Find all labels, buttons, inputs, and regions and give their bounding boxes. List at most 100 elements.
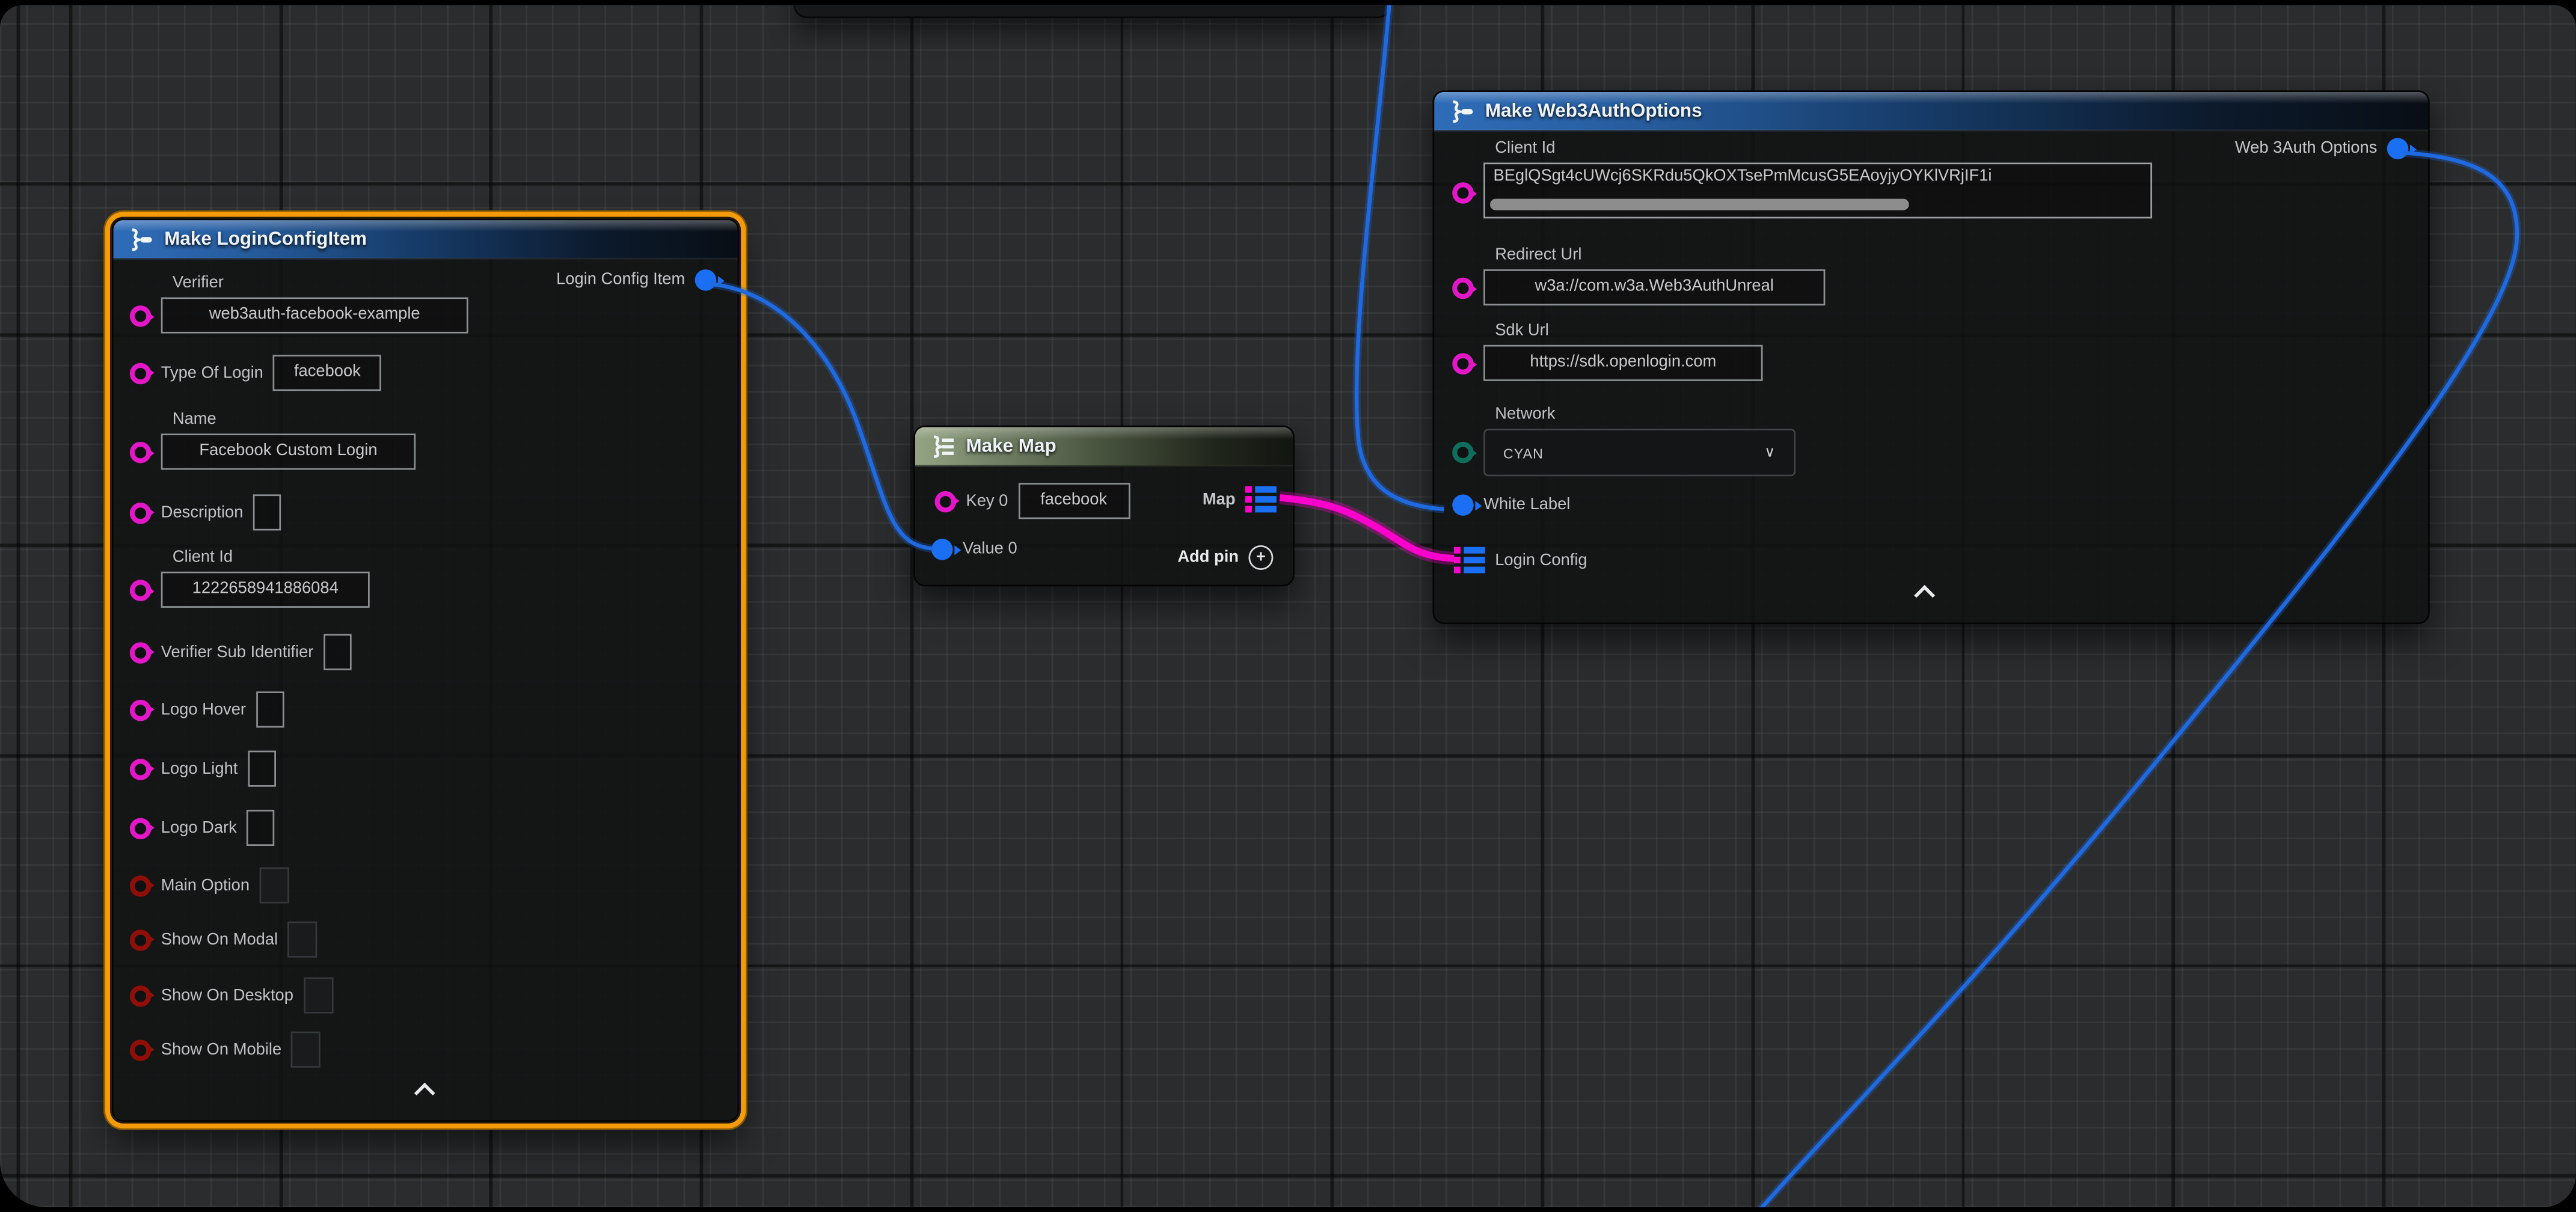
pin-label: Logo Hover xyxy=(161,700,246,718)
pin-row-logo-hover: Logo Hover xyxy=(130,691,284,727)
input-pin-network[interactable] xyxy=(1452,442,1474,464)
redirect-url-input[interactable]: w3a://com.w3a.Web3AuthUnreal xyxy=(1483,269,1825,305)
output-pin-map[interactable] xyxy=(1245,486,1277,513)
logo-light-input[interactable] xyxy=(248,751,275,787)
input-pin-client-id[interactable] xyxy=(1452,182,1474,204)
type-of-login-input[interactable]: facebook xyxy=(273,355,381,391)
input-pin-description[interactable] xyxy=(130,502,152,524)
pin-row-key-0: Key 0 facebook xyxy=(935,483,1130,519)
input-pin-key-0[interactable] xyxy=(935,491,957,512)
pin-row-network: Network CYAN ∨ xyxy=(1452,406,1796,476)
output-pin-label: Login Config Item xyxy=(556,271,685,289)
input-pin-logo-hover[interactable] xyxy=(130,699,152,721)
pin-label: Key 0 xyxy=(966,492,1008,510)
pin-label: Show On Mobile xyxy=(161,1041,281,1059)
input-pin-main-option[interactable] xyxy=(130,875,152,896)
client-id-input[interactable]: BEglQSgt4cUWcj6SKRdu5QkOXTsePmMcusG5EAoy… xyxy=(1483,162,2152,218)
pin-label: Redirect Url xyxy=(1495,246,1825,265)
show-on-desktop-checkbox[interactable] xyxy=(303,978,333,1014)
pin-label: Network xyxy=(1495,406,1796,424)
pin-row-show-on-modal: Show On Modal xyxy=(130,922,317,958)
output-pin-login-config-item[interactable] xyxy=(695,269,717,291)
pin-row-main-option: Main Option xyxy=(130,868,289,904)
pin-label: Main Option xyxy=(161,877,250,895)
input-pin-value-0[interactable] xyxy=(931,539,953,560)
wire-glow xyxy=(1357,5,1444,509)
pin-row-show-on-desktop: Show On Desktop xyxy=(130,978,333,1014)
output-pin-web3auth-options[interactable] xyxy=(2387,138,2409,159)
output-row-map: Map xyxy=(1203,486,1277,513)
pin-label: Client Id xyxy=(173,549,370,567)
pin-row-sdk-url: Sdk Url https://sdk.openlogin.com xyxy=(1452,322,1762,381)
sdk-url-input[interactable]: https://sdk.openlogin.com xyxy=(1483,345,1762,381)
blueprint-graph-canvas[interactable]: Make LoginConfigItem Login Config Item V… xyxy=(0,5,2576,1207)
chevron-down-icon: ∨ xyxy=(1764,444,1776,462)
pin-row-verifier: Verifier web3auth-facebook-example xyxy=(130,274,468,333)
node-header[interactable]: Make Map xyxy=(915,427,1293,467)
input-pin-logo-dark[interactable] xyxy=(130,817,152,839)
verifier-input[interactable]: web3auth-facebook-example xyxy=(161,298,468,334)
pin-row-redirect-url: Redirect Url w3a://com.w3a.Web3AuthUnrea… xyxy=(1452,246,1825,305)
network-selected-value: CYAN xyxy=(1503,444,1544,461)
output-row-web3auth-options: Web 3Auth Options xyxy=(2235,138,2408,159)
collapse-chevron-icon[interactable] xyxy=(414,1082,434,1097)
pin-row-logo-light: Logo Light xyxy=(130,751,275,787)
pin-row-show-on-mobile: Show On Mobile xyxy=(130,1032,321,1068)
add-pin-button[interactable]: Add pin + xyxy=(1177,545,1273,570)
pin-row-logo-dark: Logo Dark xyxy=(130,810,275,846)
description-input[interactable] xyxy=(253,494,281,530)
show-on-modal-checkbox[interactable] xyxy=(288,922,317,958)
pin-row-client-id: Client Id 1222658941886084 xyxy=(130,549,370,608)
pin-row-verifier-sub-identifier: Verifier Sub Identifier xyxy=(130,634,351,670)
pin-label: Client Id xyxy=(1495,139,2152,158)
node-make-map[interactable]: Make Map Key 0 facebook Map Value 0 xyxy=(913,426,1295,587)
input-pin-show-on-modal[interactable] xyxy=(130,929,152,950)
input-pin-redirect-url[interactable] xyxy=(1452,278,1474,299)
client-id-scrollbar[interactable] xyxy=(1490,199,1909,210)
blueprint-graph-stage: Make LoginConfigItem Login Config Item V… xyxy=(0,0,2576,1212)
output-pin-label: Web 3Auth Options xyxy=(2235,139,2377,158)
name-input[interactable]: Facebook Custom Login xyxy=(161,433,416,470)
add-pin-plus-icon: + xyxy=(1248,545,1273,570)
wire-top-to-white-label[interactable] xyxy=(1357,5,1444,509)
input-pin-show-on-mobile[interactable] xyxy=(130,1039,152,1060)
input-pin-sdk-url[interactable] xyxy=(1452,353,1474,375)
node-header[interactable]: Make LoginConfigItem xyxy=(114,220,738,260)
input-pin-verifier-sub-identifier[interactable] xyxy=(130,641,152,663)
logo-dark-input[interactable] xyxy=(247,810,274,846)
pin-label: Sdk Url xyxy=(1495,322,1762,340)
wire-login-config-item-to-value0[interactable] xyxy=(711,284,933,549)
input-pin-white-label[interactable] xyxy=(1452,494,1474,516)
input-pin-type-of-login[interactable] xyxy=(130,362,152,384)
input-pin-client-id[interactable] xyxy=(130,580,152,601)
node-make-web3auth-options[interactable]: Make Web3AuthOptions Web 3Auth Options C… xyxy=(1432,90,2429,624)
verifier-sub-identifier-input[interactable] xyxy=(324,634,351,670)
main-option-checkbox[interactable] xyxy=(259,868,289,904)
logo-hover-input[interactable] xyxy=(256,691,283,727)
key-0-input[interactable]: facebook xyxy=(1018,483,1130,519)
node-make-login-config-item[interactable]: Make LoginConfigItem Login Config Item V… xyxy=(112,218,740,1122)
node-title: Make LoginConfigItem xyxy=(164,229,367,249)
show-on-mobile-checkbox[interactable] xyxy=(292,1032,321,1068)
input-pin-login-config[interactable] xyxy=(1454,547,1485,574)
add-pin-label: Add pin xyxy=(1177,549,1239,567)
input-pin-logo-light[interactable] xyxy=(130,758,152,780)
make-struct-icon xyxy=(126,227,154,250)
pin-label: Verifier xyxy=(173,274,468,292)
input-pin-verifier[interactable] xyxy=(130,305,152,327)
pin-label: Show On Desktop xyxy=(161,987,293,1005)
make-map-icon xyxy=(928,435,956,458)
node-title: Make Map xyxy=(966,436,1056,456)
input-pin-show-on-desktop[interactable] xyxy=(130,985,152,1006)
input-pin-name[interactable] xyxy=(130,442,152,464)
pin-label: White Label xyxy=(1483,496,1570,514)
wire-map-to-login-config[interactable] xyxy=(1280,498,1454,559)
network-dropdown[interactable]: CYAN ∨ xyxy=(1483,429,1796,476)
output-row-login-config-item: Login Config Item xyxy=(556,269,716,291)
node-header[interactable]: Make Web3AuthOptions xyxy=(1434,92,2428,132)
pin-label: Logo Dark xyxy=(161,819,237,837)
offscreen-node-edge[interactable] xyxy=(794,5,1391,18)
pin-row-name: Name Facebook Custom Login xyxy=(130,411,416,470)
client-id-input[interactable]: 1222658941886084 xyxy=(161,572,370,608)
collapse-chevron-icon[interactable] xyxy=(1914,585,1934,600)
